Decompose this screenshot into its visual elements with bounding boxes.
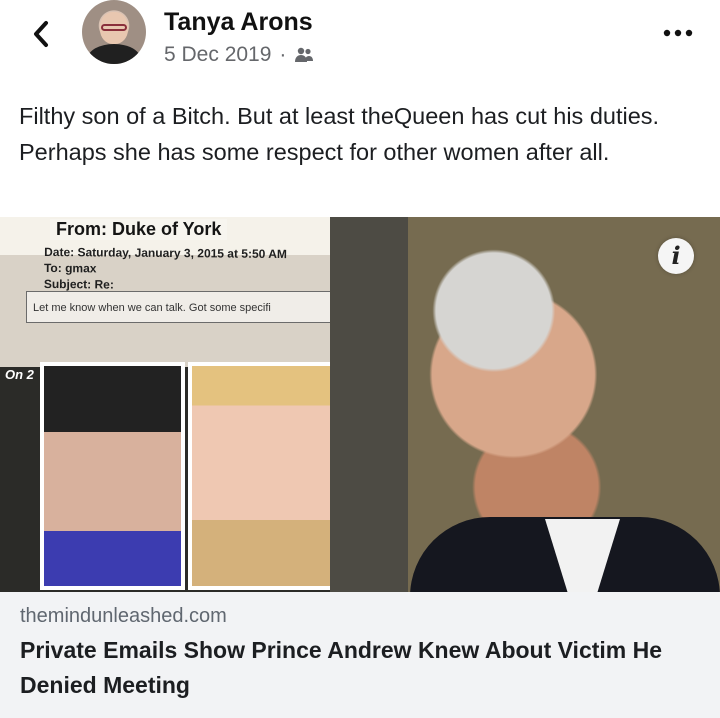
left-woman-photo [40, 362, 185, 590]
email-on-label: On 2 [5, 367, 34, 382]
email-header-lines: Date: Saturday, January 3, 2015 at 5:50 … [44, 244, 287, 294]
post-meta: 5 Dec 2019 · [164, 43, 314, 67]
right-woman-photo [188, 362, 338, 590]
post-message: Filthy son of a Bitch. But at least theQ… [19, 103, 660, 165]
back-arrow-icon[interactable] [26, 16, 56, 52]
meta-separator: · [279, 43, 287, 66]
avatar-glasses [101, 24, 127, 31]
post-header: Tanya Arons 5 Dec 2019 · [0, 0, 720, 86]
link-preview-image[interactable]: From: Duke of York Date: Saturday, Janua… [0, 217, 720, 592]
more-options-icon[interactable] [658, 18, 698, 48]
info-icon[interactable]: i [658, 238, 694, 274]
link-domain: themindunleashed.com [20, 605, 227, 627]
author-name[interactable]: Tanya Arons [164, 8, 313, 37]
link-headline[interactable]: Private Emails Show Prince Andrew Knew A… [20, 633, 700, 703]
post-date[interactable]: 5 Dec 2019 [164, 43, 271, 67]
friends-icon [295, 47, 314, 62]
avatar[interactable] [82, 0, 146, 64]
avatar-body [88, 44, 140, 64]
link-preview-footer[interactable]: themindunleashed.com Private Emails Show… [0, 592, 720, 718]
email-from-line: From: Duke of York [50, 219, 228, 240]
